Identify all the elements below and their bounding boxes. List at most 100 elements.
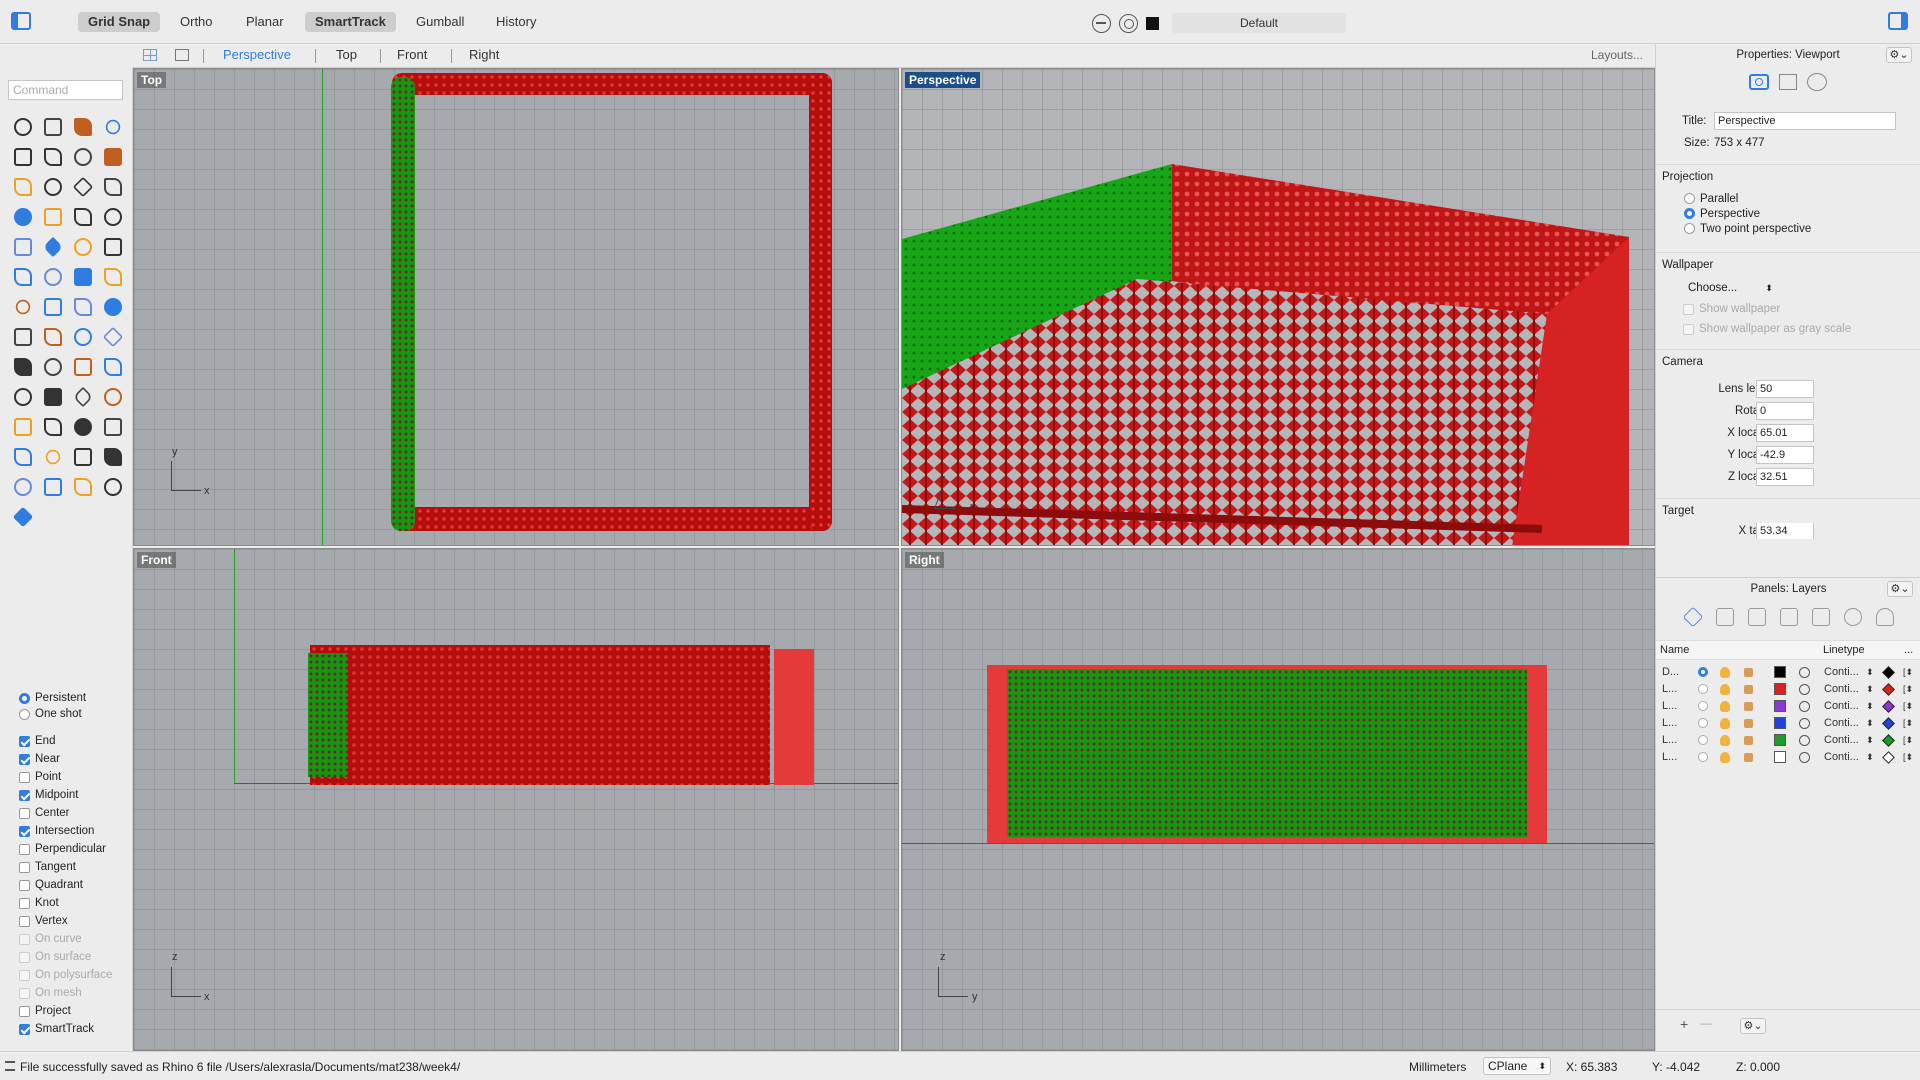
osnap-intersection[interactable]: Intersection <box>0 822 133 840</box>
zoom-window-icon[interactable] <box>38 382 68 412</box>
script-icon[interactable] <box>8 502 38 532</box>
layout-icon[interactable] <box>98 412 128 442</box>
viewport-label[interactable]: Front <box>137 552 176 568</box>
lock-icon[interactable] <box>38 442 68 472</box>
osnap-end[interactable]: End <box>0 732 133 750</box>
layer-color-swatch[interactable] <box>1774 700 1786 712</box>
perspective-grid-icon[interactable] <box>68 412 98 442</box>
layer-color-swatch[interactable] <box>1774 734 1786 746</box>
material-icon[interactable] <box>1799 752 1810 763</box>
object-tab-icon[interactable] <box>1747 608 1766 626</box>
projection-perspective[interactable]: Perspective <box>1656 206 1920 221</box>
print-width-icon[interactable]: [⬍ <box>1903 752 1913 763</box>
rotation-field[interactable]: 0 <box>1756 402 1814 420</box>
pencil-icon[interactable] <box>98 472 128 502</box>
one-shot-radio[interactable] <box>19 708 30 720</box>
osnap-quadrant[interactable]: Quadrant <box>0 876 133 894</box>
current-layer-radio[interactable] <box>1698 735 1708 745</box>
transform-icon[interactable] <box>38 232 68 262</box>
cylinder-icon[interactable] <box>68 202 98 232</box>
layer-row[interactable]: L... Conti... ⬍ [⬍ <box>1656 749 1920 766</box>
layer-row[interactable]: L... Conti... ⬍ [⬍ <box>1656 732 1920 749</box>
two-point-perspective-radio[interactable] <box>1684 223 1695 234</box>
updown-chevron-icon[interactable]: ⬍ <box>1866 752 1874 763</box>
viewport-top[interactable]: Top y x <box>133 68 899 546</box>
z-location-field[interactable]: 32.51 <box>1756 468 1814 486</box>
layer-linetype[interactable]: Conti... <box>1824 700 1859 712</box>
lock-icon[interactable] <box>1744 736 1753 745</box>
viewport-right[interactable]: Right z y <box>901 548 1655 1051</box>
lens-length-field[interactable]: 50 <box>1756 380 1814 398</box>
projection-two-point-perspective[interactable]: Two point perspective <box>1656 221 1920 236</box>
print-color-diamond-icon[interactable] <box>1882 734 1895 747</box>
vertex-checkbox[interactable] <box>19 915 30 927</box>
layer-row[interactable]: L... Conti... ⬍ [⬍ <box>1656 715 1920 732</box>
print-width-icon[interactable]: [⬍ <box>1903 718 1913 729</box>
curve-from-object-icon[interactable] <box>68 262 98 292</box>
plane-icon[interactable] <box>98 202 128 232</box>
block-icon[interactable] <box>68 292 98 322</box>
project-checkbox[interactable] <box>19 1005 30 1017</box>
select-arrow-icon[interactable] <box>8 112 38 142</box>
ortho-toggle-button[interactable]: Ortho <box>170 12 223 32</box>
tab-perspective[interactable]: Perspective <box>223 47 291 62</box>
knot-checkbox[interactable] <box>19 897 30 909</box>
viewport-perspective[interactable]: Perspective z x <box>901 68 1655 546</box>
lock-icon[interactable] <box>1744 702 1753 711</box>
history-toggle-button[interactable]: History <box>486 12 546 32</box>
point-icon[interactable] <box>38 112 68 142</box>
cplane-select[interactable]: CPlane ⬍ <box>1483 1057 1551 1075</box>
updown-chevron-icon[interactable]: ⬍ <box>1866 735 1874 746</box>
viewport-label[interactable]: Perspective <box>905 72 981 88</box>
box-solid-icon[interactable] <box>8 202 38 232</box>
osnap-near[interactable]: Near <box>0 750 133 768</box>
rotate-view-icon[interactable] <box>8 412 38 442</box>
show-wallpaper-checkbox[interactable] <box>1683 303 1694 315</box>
display-mode-select[interactable]: Default <box>1172 13 1346 33</box>
updown-chevron-icon[interactable]: ⬍ <box>1866 701 1874 712</box>
add-layer-button[interactable]: + <box>1680 1016 1688 1032</box>
viewport-label[interactable]: Top <box>137 72 167 88</box>
osnap-mode-persistent[interactable]: Persistent <box>0 690 133 706</box>
osnap-midpoint[interactable]: Midpoint <box>0 786 133 804</box>
parallel-radio[interactable] <box>1684 193 1695 204</box>
material-icon[interactable] <box>1799 701 1810 712</box>
help-tab-icon[interactable] <box>1843 608 1862 626</box>
mirror-icon[interactable] <box>68 352 98 382</box>
wireframe-sphere-icon[interactable] <box>8 472 38 502</box>
shaded-sphere-icon[interactable] <box>38 472 68 502</box>
updown-chevron-icon[interactable]: ⬍ <box>1866 667 1874 678</box>
polyline-icon[interactable] <box>68 112 98 142</box>
updown-chevron-icon[interactable]: ⬍ <box>1866 718 1874 729</box>
perpendicular-checkbox[interactable] <box>19 843 30 855</box>
current-layer-radio[interactable] <box>1698 684 1708 694</box>
zoom-selected-icon[interactable] <box>98 382 128 412</box>
zoom-icon[interactable] <box>8 382 38 412</box>
updown-chevron-icon[interactable]: ⬍ <box>1765 283 1773 294</box>
near-checkbox[interactable] <box>19 753 30 765</box>
viewport-front[interactable]: Front z x <box>133 548 899 1051</box>
print-width-icon[interactable]: [⬍ <box>1903 684 1913 695</box>
smarttrack-checkbox[interactable] <box>19 1023 30 1035</box>
viewport-target-icon[interactable] <box>1119 13 1138 33</box>
layer-linetype[interactable]: Conti... <box>1824 734 1859 746</box>
x-target-field[interactable]: 53.34 <box>1756 523 1814 539</box>
print-width-icon[interactable]: [⬍ <box>1903 701 1913 712</box>
boolean-icon[interactable] <box>38 202 68 232</box>
layers-gear-button[interactable]: ⚙⌄ <box>1887 581 1913 597</box>
visibility-bulb-icon[interactable] <box>1720 718 1730 729</box>
layer-linetype[interactable]: Conti... <box>1824 683 1859 695</box>
circle-icon[interactable] <box>8 142 38 172</box>
display-tab-icon[interactable] <box>1811 608 1830 626</box>
smarttrack-toggle-button[interactable]: SmartTrack <box>305 12 396 32</box>
updown-chevron-icon[interactable]: ⬍ <box>1866 684 1874 695</box>
intersection-checkbox[interactable] <box>19 825 30 837</box>
layer-row[interactable]: D... Conti... ⬍ [⬍ <box>1656 664 1920 681</box>
lock-icon[interactable] <box>1744 719 1753 728</box>
layer-row[interactable]: L... Conti... ⬍ [⬍ <box>1656 681 1920 698</box>
mesh-icon[interactable] <box>8 262 38 292</box>
analyze-icon[interactable] <box>98 232 128 262</box>
osnap-smarttrack[interactable]: SmartTrack <box>0 1020 133 1038</box>
remove-layer-button[interactable]: — <box>1700 1016 1712 1030</box>
osnap-knot[interactable]: Knot <box>0 894 133 912</box>
